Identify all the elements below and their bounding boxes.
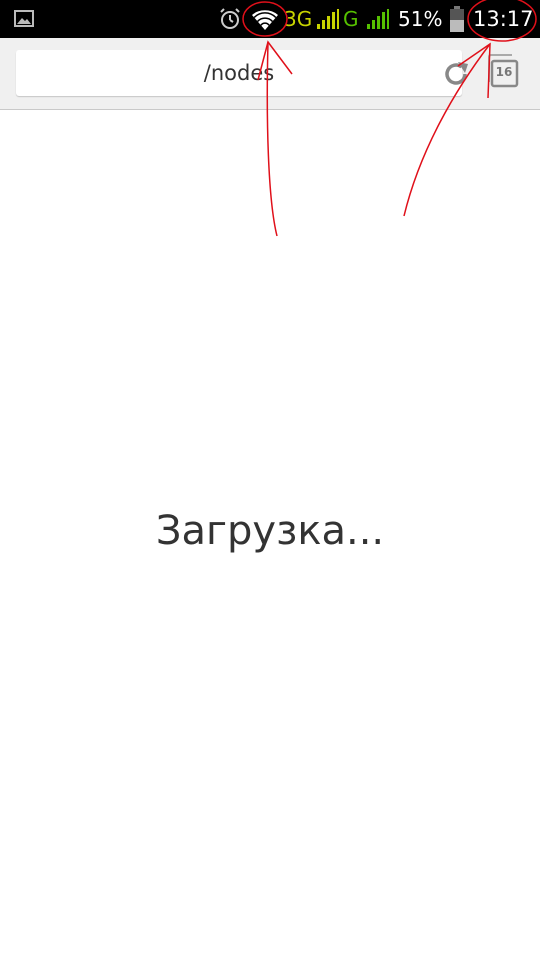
gallery-icon	[14, 0, 34, 38]
url-bar[interactable]: /nodes	[16, 50, 468, 96]
url-text[interactable]: /nodes	[16, 50, 462, 96]
wifi-icon	[249, 0, 281, 38]
battery-percent: 51%	[398, 7, 443, 31]
status-bar: 3G G 51% 13:17	[0, 0, 540, 38]
annotation-overlay	[242, 0, 537, 237]
status-time: 13:17	[473, 7, 534, 31]
loading-text: Загрузка...	[155, 508, 385, 554]
alarm-icon	[218, 0, 242, 38]
network-g-label: G	[343, 7, 359, 31]
screen: 3G G 51% 13:17 /nodes 16 Загрузка...	[0, 0, 540, 960]
reload-icon[interactable]	[441, 59, 471, 89]
tabs-button[interactable]: 16	[486, 53, 520, 89]
tab-count: 16	[495, 65, 513, 79]
network-3g-label: 3G	[284, 7, 313, 31]
signal-icon	[316, 0, 340, 38]
signal-icon	[366, 0, 390, 38]
browser-toolbar: /nodes 16	[0, 38, 540, 110]
battery-icon	[449, 0, 465, 38]
